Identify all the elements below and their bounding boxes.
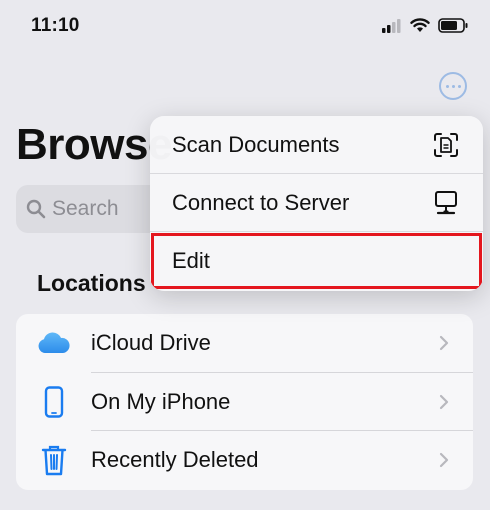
location-label: iCloud Drive <box>91 330 211 356</box>
search-placeholder: Search <box>52 197 119 220</box>
chevron-right-icon <box>439 453 449 468</box>
scan-document-icon <box>431 130 461 160</box>
more-options-button[interactable] <box>439 72 467 100</box>
status-icons <box>382 18 468 33</box>
location-item-icloud-drive[interactable]: iCloud Drive <box>16 314 473 373</box>
battery-icon <box>438 18 468 33</box>
menu-item-label: Connect to Server <box>172 190 350 215</box>
location-label: On My iPhone <box>91 388 231 414</box>
iphone-icon <box>36 384 72 420</box>
trash-icon <box>36 442 72 478</box>
chevron-right-icon <box>439 394 449 409</box>
location-item-recently-deleted[interactable]: Recently Deleted <box>16 431 473 490</box>
wifi-icon <box>410 18 430 32</box>
context-menu: Scan Documents Connect to Server Edit <box>150 116 483 291</box>
menu-item-scan-documents[interactable]: Scan Documents <box>150 116 483 174</box>
server-display-icon <box>431 188 461 218</box>
icloud-icon <box>36 325 72 361</box>
locations-list: iCloud Drive On My iPhone Recently Delet… <box>16 314 473 490</box>
status-time: 11:10 <box>31 15 80 36</box>
page-title: Browse <box>16 120 172 169</box>
menu-item-edit[interactable]: Edit <box>150 232 483 290</box>
status-bar: 11:10 <box>0 0 490 54</box>
menu-item-label: Scan Documents <box>172 132 340 157</box>
chevron-right-icon <box>439 336 449 351</box>
menu-item-label: Edit <box>172 248 210 273</box>
magnifier-icon <box>26 199 46 219</box>
locations-section-title: Locations <box>37 270 146 296</box>
location-label: Recently Deleted <box>91 447 259 473</box>
cellular-signal-icon <box>382 18 401 33</box>
ellipsis-dot <box>451 84 455 88</box>
ellipsis-circle-icon <box>445 84 449 88</box>
location-item-on-my-iphone[interactable]: On My iPhone <box>16 373 473 432</box>
ellipsis-dot <box>457 84 461 88</box>
menu-item-connect-to-server[interactable]: Connect to Server <box>150 174 483 232</box>
